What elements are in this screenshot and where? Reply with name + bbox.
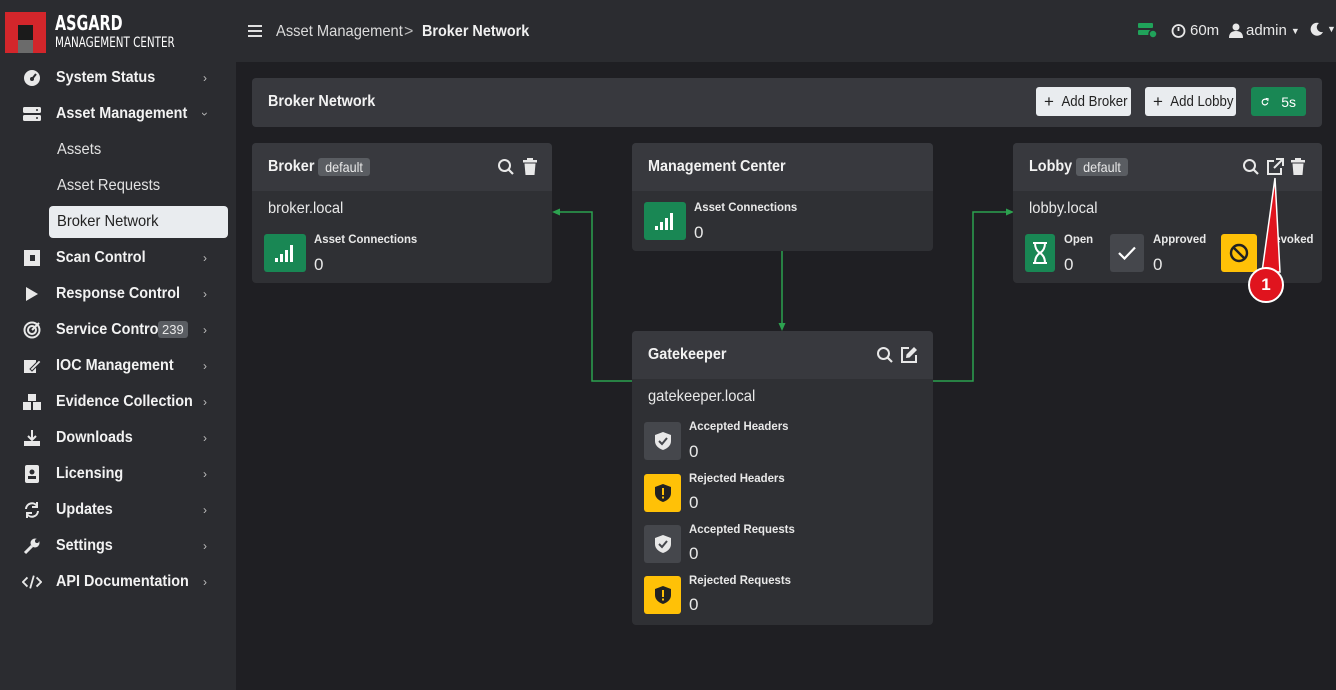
annotation-pointer <box>1261 177 1281 273</box>
annotation-marker: 1 <box>1248 267 1284 303</box>
